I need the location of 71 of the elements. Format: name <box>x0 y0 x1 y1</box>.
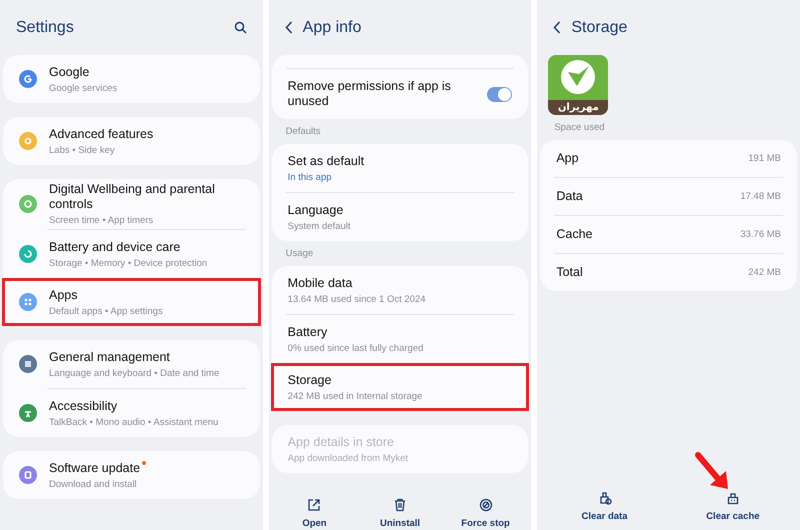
clear-data-icon <box>598 491 612 505</box>
section-label: Usage <box>284 247 314 261</box>
item-title: Google <box>49 64 90 80</box>
row-label: Total <box>556 265 583 280</box>
settings-item[interactable]: Accessibility TalkBack • Mono audio • Assistant menu <box>2 389 261 437</box>
item-subtitle: Labs • Side key <box>49 144 116 156</box>
toggle-row[interactable]: Remove permissions if app is unused <box>270 69 530 119</box>
action-button[interactable]: Uninstall <box>357 498 443 529</box>
settings-item[interactable]: Digital Wellbeing and parental controls Screen time • App timers <box>2 179 261 229</box>
settings-item[interactable]: Apps Default apps • App settings <box>2 278 261 326</box>
settings-item[interactable]: Software update Download and install <box>2 451 261 499</box>
item-title: Mobile data <box>288 276 354 290</box>
item-subtitle: 242 MB used in Internal storage <box>288 390 424 402</box>
screen-title: Settings <box>16 18 74 36</box>
item-subtitle: 0% used since last fully charged <box>288 342 424 354</box>
item-subtitle: System default <box>288 220 352 232</box>
item-title: Set as default <box>288 154 366 168</box>
settings-item[interactable]: General management Language and keyboard • Date and time <box>2 340 261 388</box>
item-title: Accessibility <box>49 398 118 414</box>
stop-icon <box>478 498 493 512</box>
item-subtitle: Storage • Memory • Device protection <box>49 258 208 268</box>
item-title: Digital Wellbeing and parental controls <box>49 182 216 212</box>
screen-title: App info <box>302 18 362 36</box>
item-title: Language <box>288 202 344 218</box>
settings-item[interactable]: Google Google services <box>2 55 261 103</box>
item-subtitle: Download and install <box>49 478 138 490</box>
item-subtitle: Screen time • App timers <box>49 215 154 226</box>
row-label: App <box>556 151 579 166</box>
item-title: Storage <box>288 372 332 388</box>
row-value: 33.76 MB <box>740 229 782 240</box>
item-subtitle: Default apps • App settings <box>49 306 164 316</box>
screen-title: Storage <box>571 18 628 36</box>
back-icon[interactable] <box>284 21 293 34</box>
action-button[interactable]: Force stop <box>442 498 528 529</box>
row-label: Data <box>556 189 583 204</box>
item-subtitle: App downloaded from Myket <box>288 452 410 464</box>
action-button[interactable]: Clear cache <box>668 451 798 522</box>
item-title: App details in store <box>288 434 395 450</box>
item-title: Advanced features <box>49 126 154 142</box>
settings-item[interactable]: Battery and device care Storage • Memory • Device protection <box>2 230 261 278</box>
item-subtitle: In this app <box>288 172 333 182</box>
item-title: Battery <box>288 324 328 340</box>
item-title: Battery and device care <box>49 240 180 254</box>
item-subtitle: TalkBack • Mono audio • Assistant menu <box>49 416 220 428</box>
section-label: Defaults <box>284 125 322 139</box>
settings-item[interactable]: Set as default In this app <box>270 144 530 192</box>
settings-item[interactable]: Language System default <box>270 193 530 241</box>
row-value: 191 MB <box>748 153 782 164</box>
row-value: 242 MB <box>748 267 782 278</box>
item-title: Software update <box>49 460 140 476</box>
item-subtitle: Google services <box>49 82 118 94</box>
action-button[interactable]: Clear data <box>540 451 669 522</box>
action-button[interactable]: Open <box>272 498 358 529</box>
logo-text: مهریران <box>548 100 608 115</box>
back-icon[interactable] <box>553 21 562 34</box>
item-subtitle: Language and keyboard • Date and time <box>49 368 220 378</box>
toggle-switch[interactable] <box>487 86 512 102</box>
item-title: General management <box>49 350 170 364</box>
row-value: 17.48 MB <box>740 191 782 202</box>
row-label: Cache <box>556 227 592 242</box>
item-subtitle: 13.64 MB used since 1 Oct 2024 <box>288 294 427 304</box>
item-title: Remove permissions if app is unused <box>288 79 452 109</box>
trash-icon <box>393 498 408 512</box>
settings-item[interactable]: Mobile data 13.64 MB used since 1 Oct 2024 <box>270 266 530 314</box>
open-icon <box>307 498 322 512</box>
settings-item[interactable]: Battery 0% used since last fully charged <box>270 315 530 363</box>
settings-item[interactable]: Storage 242 MB used in Internal storage <box>270 363 530 411</box>
item-title: Apps <box>49 288 78 302</box>
settings-item[interactable]: Advanced features Labs • Side key <box>2 117 261 165</box>
section-label: Space used <box>553 121 606 135</box>
search-icon[interactable] <box>234 21 247 34</box>
